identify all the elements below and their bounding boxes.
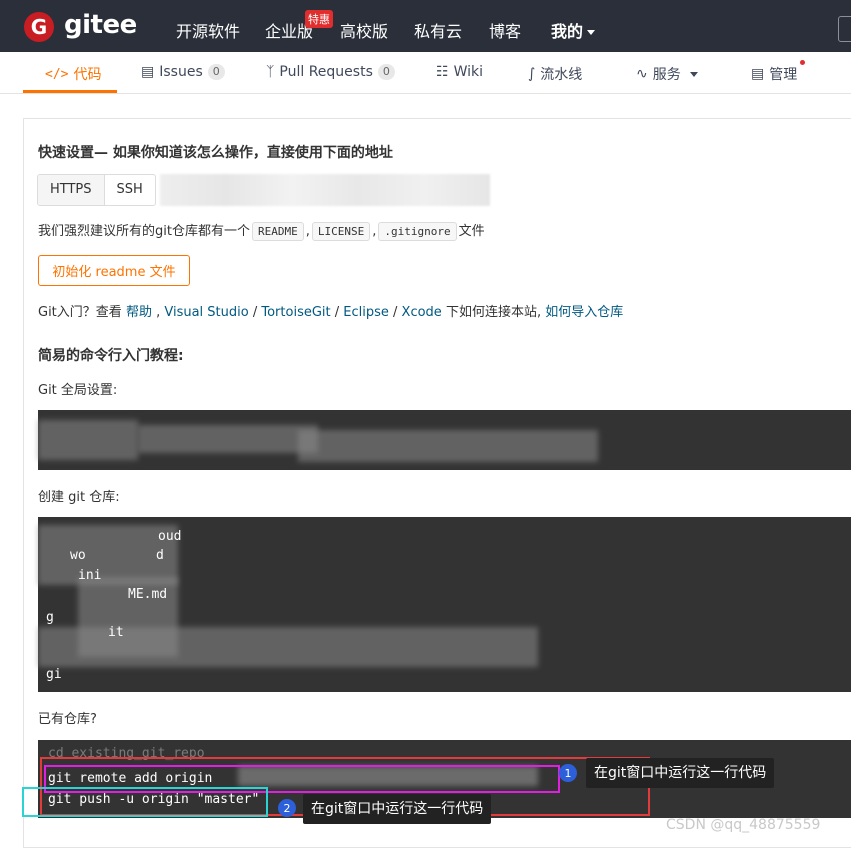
gitee-logo-icon[interactable]: G [24, 12, 54, 42]
git-intro-prefix: Git入门？查看 [38, 305, 122, 320]
global-settings-code [38, 410, 851, 470]
recommend-text: 我们强烈建议所有的git仓库都有一个 README, LICENSE, .gitign… [38, 222, 485, 241]
pr-count: 0 [377, 64, 395, 80]
promo-badge: 特惠 [305, 10, 333, 28]
recommend-prefix: 我们强烈建议所有的git仓库都有一个 [38, 224, 250, 239]
existing-repo-label: 已有仓库? [38, 712, 97, 727]
nav-blog[interactable]: 博客 [489, 18, 521, 42]
help-link[interactable]: 帮助 [126, 305, 152, 320]
code-fragment: ME.md [128, 587, 168, 602]
https-button[interactable]: HTTPS [38, 175, 105, 205]
tab-issues[interactable]: ▤ Issues 0 [141, 64, 225, 80]
tab-manage-label: 管理 [769, 67, 798, 83]
code-fragment: wo [70, 548, 86, 563]
step-1-marker: 1 [559, 764, 577, 782]
repo-tabs: </> 代码 ▤ Issues 0 ᛉ Pull Requests 0 ☷ Wi… [0, 52, 851, 94]
repo-url-field[interactable] [160, 174, 490, 206]
git-intro-text: Git入门？查看 帮助 , Visual Studio / TortoiseGi… [38, 305, 624, 320]
clipboard-icon: ▤ [751, 66, 765, 82]
create-repo-label: 创建 git 仓库: [38, 490, 120, 505]
tab-services[interactable]: ∿ 服务 [636, 64, 698, 84]
tab-manage[interactable]: ▤ 管理 [751, 64, 797, 84]
issues-icon: ▤ [141, 64, 155, 80]
step-1-tooltip: 在git窗口中运行这一行代码 [586, 758, 775, 788]
issues-count: 0 [207, 64, 225, 80]
tab-code[interactable]: </> 代码 [45, 64, 101, 84]
pulse-icon: ∿ [636, 66, 648, 82]
gitee-logo-text[interactable]: gitee [64, 10, 137, 40]
top-navbar: G gitee 开源软件 企业版 特惠 高校版 私有云 博客 我的 [0, 0, 851, 52]
eclipse-link[interactable]: Eclipse [343, 305, 389, 320]
tab-services-label: 服务 [652, 67, 681, 83]
active-tab-indicator [23, 90, 117, 93]
code-fragment: g [46, 610, 54, 625]
code-fragment: it [108, 625, 124, 640]
visual-studio-link[interactable]: Visual Studio [164, 305, 248, 320]
init-readme-button[interactable]: 初始化 readme 文件 [38, 255, 190, 286]
tutorial-title: 简易的命令行入门教程: [38, 348, 184, 364]
chevron-down-icon [689, 71, 698, 77]
nav-private-cloud[interactable]: 私有云 [414, 18, 462, 42]
tab-pull-requests[interactable]: ᛉ Pull Requests 0 [266, 64, 395, 80]
notification-dot [800, 60, 805, 65]
pull-request-icon: ᛉ [266, 64, 275, 80]
tab-wiki[interactable]: ☷ Wiki [436, 64, 483, 80]
tab-pipeline-label: 流水线 [540, 67, 583, 83]
recommend-suffix: 文件 [458, 224, 485, 239]
tab-issues-label: Issues [159, 64, 203, 80]
ssh-button[interactable]: SSH [105, 175, 155, 205]
code-fragment: gi [46, 667, 62, 682]
readme-chip: README [251, 222, 304, 241]
nav-mine[interactable]: 我的 [551, 18, 596, 42]
tab-wiki-label: Wiki [453, 64, 483, 80]
gitignore-chip: .gitignore [378, 222, 457, 241]
nav-open-source[interactable]: 开源软件 [176, 18, 240, 42]
chevron-down-icon [587, 30, 596, 35]
import-repo-link[interactable]: 如何导入仓库 [545, 305, 623, 320]
top-right-button[interactable] [838, 16, 851, 42]
create-repo-code: oud wo d ini ME.md g it gi [38, 517, 851, 692]
code-icon: </> [45, 66, 69, 82]
step-2-tooltip: 在git窗口中运行这一行代码 [303, 794, 492, 824]
nav-mine-label: 我的 [551, 22, 584, 41]
code-fragment: ini [78, 568, 102, 583]
code-fragment: oud [158, 529, 182, 544]
step-2-marker: 2 [278, 799, 296, 817]
nav-university[interactable]: 高校版 [340, 18, 388, 42]
pipeline-icon: ∫ [528, 66, 536, 82]
git-intro-middle: 下如何连接本站, [445, 305, 542, 320]
license-chip: LICENSE [311, 222, 371, 241]
tab-code-label: 代码 [73, 67, 102, 83]
code-fragment: d [156, 548, 164, 563]
quick-setup-title: 快速设置— 如果你知道该怎么操作，直接使用下面的地址 [38, 145, 393, 161]
cyan-highlight-box [22, 787, 268, 817]
tab-pipeline[interactable]: ∫ 流水线 [528, 64, 582, 84]
csdn-watermark: CSDN @qq_48875559 [666, 817, 821, 833]
tortoisegit-link[interactable]: TortoiseGit [261, 305, 330, 320]
global-settings-label: Git 全局设置: [38, 383, 118, 398]
xcode-link[interactable]: Xcode [402, 305, 442, 320]
protocol-switch: HTTPS SSH [37, 174, 156, 206]
tab-pr-label: Pull Requests [279, 64, 373, 80]
book-icon: ☷ [436, 64, 449, 80]
